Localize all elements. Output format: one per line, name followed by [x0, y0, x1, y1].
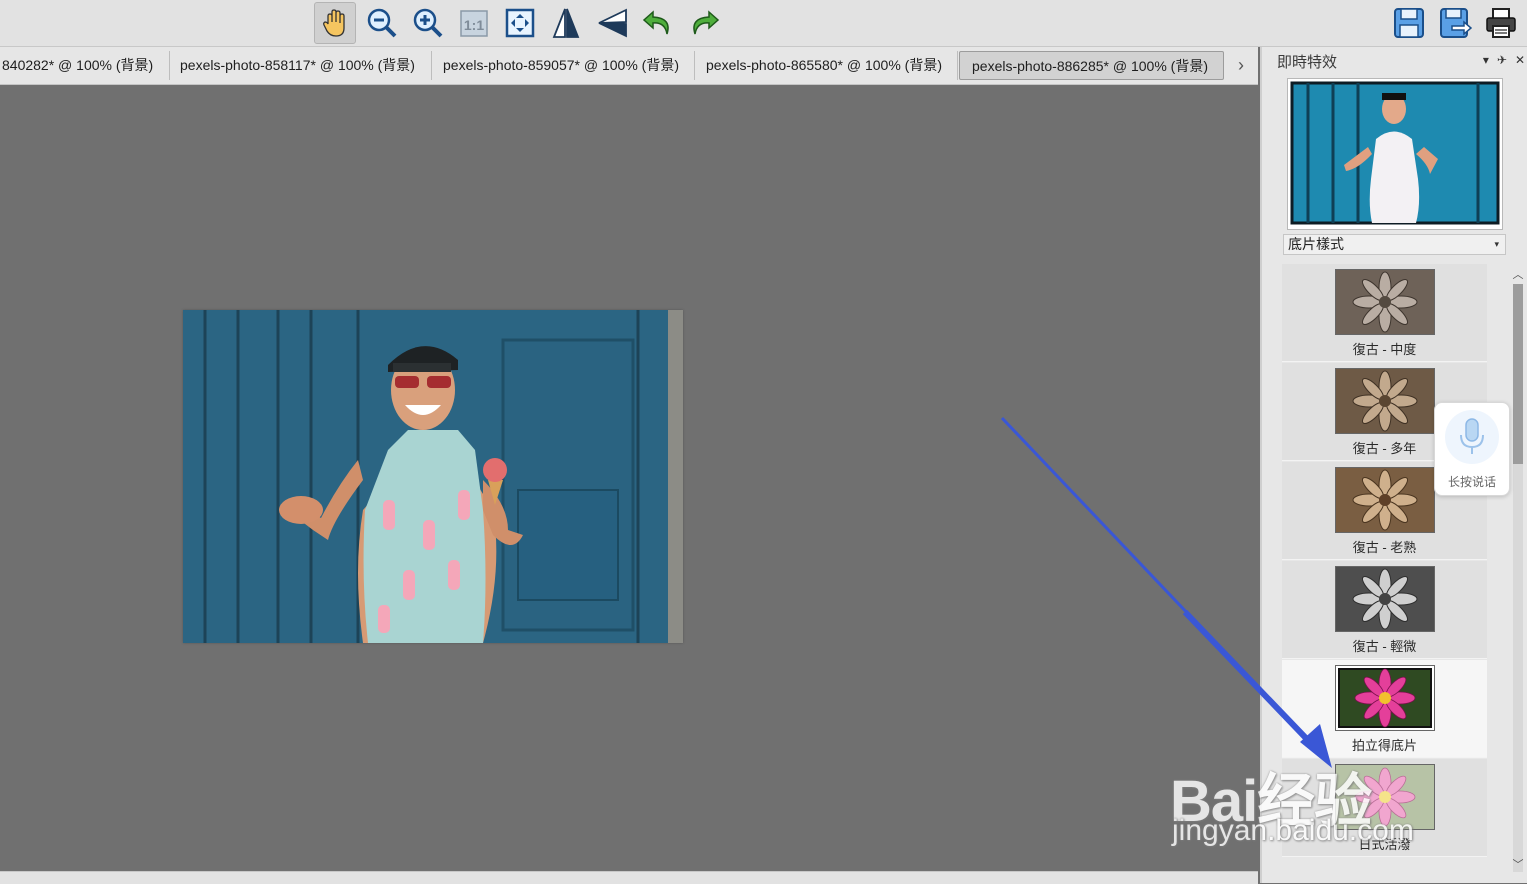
save-as-icon: [1440, 8, 1472, 38]
scrollbar-thumb[interactable]: [1513, 284, 1523, 464]
save-button[interactable]: [1388, 2, 1430, 44]
tab-840282[interactable]: 840282* @ 100% (背景): [0, 51, 170, 80]
document-tabs: 840282* @ 100% (背景) pexels-photo-858117*…: [0, 47, 1258, 85]
close-icon[interactable]: ✕: [1515, 53, 1525, 67]
voice-widget-label: 长按说话: [1447, 475, 1496, 489]
tab-pexels-photo-865580[interactable]: pexels-photo-865580* @ 100% (背景): [694, 51, 958, 80]
redo-icon: [693, 10, 720, 35]
tab-pexels-photo-859057[interactable]: pexels-photo-859057* @ 100% (背景): [431, 51, 695, 80]
fit-window-icon: [505, 8, 535, 38]
effect-item-sepia-medium[interactable]: 復古 - 中度: [1282, 264, 1487, 362]
tab-pexels-photo-886285[interactable]: pexels-photo-886285* @ 100% (背景): [959, 51, 1224, 80]
fit-window-button[interactable]: [499, 2, 541, 44]
canvas-photo: [183, 310, 683, 643]
effect-label: 復古 - 中度: [1352, 342, 1417, 357]
effect-list: 復古 - 中度 復古 - 多年 復古 - 老熟 復古 - 輕微 拍立得底片 日式…: [1282, 264, 1487, 864]
print-icon: [1486, 8, 1516, 38]
effect-label: 拍立得底片: [1351, 738, 1417, 753]
scroll-up-icon[interactable]: ︿: [1509, 266, 1527, 282]
flip-vertical-button[interactable]: [591, 2, 633, 44]
tab-pexels-photo-858117[interactable]: pexels-photo-858117* @ 100% (背景): [168, 51, 432, 80]
effect-thumbnail: [1335, 566, 1435, 632]
effect-thumbnail: [1335, 467, 1435, 533]
effect-list-scrollbar[interactable]: ︿ ﹀: [1509, 264, 1527, 874]
tab-label: 840282* @ 100% (背景): [2, 57, 154, 73]
tab-label: pexels-photo-865580* @ 100% (背景): [706, 57, 943, 73]
pin-icon[interactable]: ✈: [1497, 53, 1507, 67]
print-button[interactable]: [1480, 2, 1522, 44]
effect-item-polaroid[interactable]: 拍立得底片: [1282, 660, 1487, 758]
tab-label: pexels-photo-858117* @ 100% (背景): [180, 57, 415, 73]
effect-item-japanese-lively[interactable]: 日式活潑: [1282, 759, 1487, 857]
panel-controls: ▾ ✈ ✕: [1483, 53, 1525, 67]
zoom-out-button[interactable]: [361, 2, 403, 44]
image-canvas[interactable]: [0, 85, 1258, 871]
undo-icon: [642, 10, 669, 35]
flip-vertical-icon: [598, 8, 627, 38]
chevron-right-icon: ›: [1238, 55, 1244, 75]
effect-preview: [1287, 78, 1503, 230]
effect-label: 復古 - 老熟: [1352, 540, 1417, 555]
effect-thumbnail: [1335, 665, 1435, 731]
zoom-in-button[interactable]: [407, 2, 449, 44]
hand-icon: [323, 9, 345, 37]
effect-category-value: 底片樣式: [1288, 236, 1344, 252]
main-toolbar: 1:1: [0, 0, 1527, 47]
tab-scroll-right-button[interactable]: ›: [1228, 51, 1254, 80]
redo-button[interactable]: [683, 2, 725, 44]
save-as-button[interactable]: [1434, 2, 1476, 44]
tab-label: pexels-photo-886285* @ 100% (背景): [972, 58, 1209, 74]
actual-size-button[interactable]: 1:1: [453, 2, 495, 44]
effect-item-sepia-light[interactable]: 復古 - 輕微: [1282, 561, 1487, 659]
tab-label: pexels-photo-859057* @ 100% (背景): [443, 57, 680, 73]
microphone-icon: [1445, 410, 1499, 464]
effect-label: 復古 - 輕微: [1352, 639, 1417, 654]
bottom-toolbar: [0, 871, 1258, 884]
panel-title: 即時特效: [1277, 54, 1338, 71]
actual-size-label: 1:1: [464, 17, 484, 33]
flip-horizontal-button[interactable]: [545, 2, 587, 44]
zoom-out-icon: [367, 8, 397, 38]
dropdown-arrow-icon: ▾: [1494, 239, 1499, 249]
panel-menu-icon[interactable]: ▾: [1483, 53, 1489, 67]
zoom-in-icon: [413, 8, 443, 38]
flip-horizontal-icon: [552, 8, 580, 38]
effect-thumbnail: [1335, 269, 1435, 335]
effect-label: 日式活潑: [1358, 837, 1411, 852]
effect-category-dropdown[interactable]: 底片樣式 ▾: [1283, 234, 1506, 255]
hand-tool-button[interactable]: [314, 2, 356, 44]
effect-thumbnail: [1335, 764, 1435, 830]
save-icon: [1394, 8, 1424, 38]
actual-size-icon: 1:1: [460, 10, 488, 37]
scroll-down-icon[interactable]: ﹀: [1509, 856, 1527, 872]
voice-input-widget[interactable]: 长按说话: [1434, 402, 1510, 496]
undo-button[interactable]: [637, 2, 679, 44]
effect-thumbnail: [1335, 368, 1435, 434]
